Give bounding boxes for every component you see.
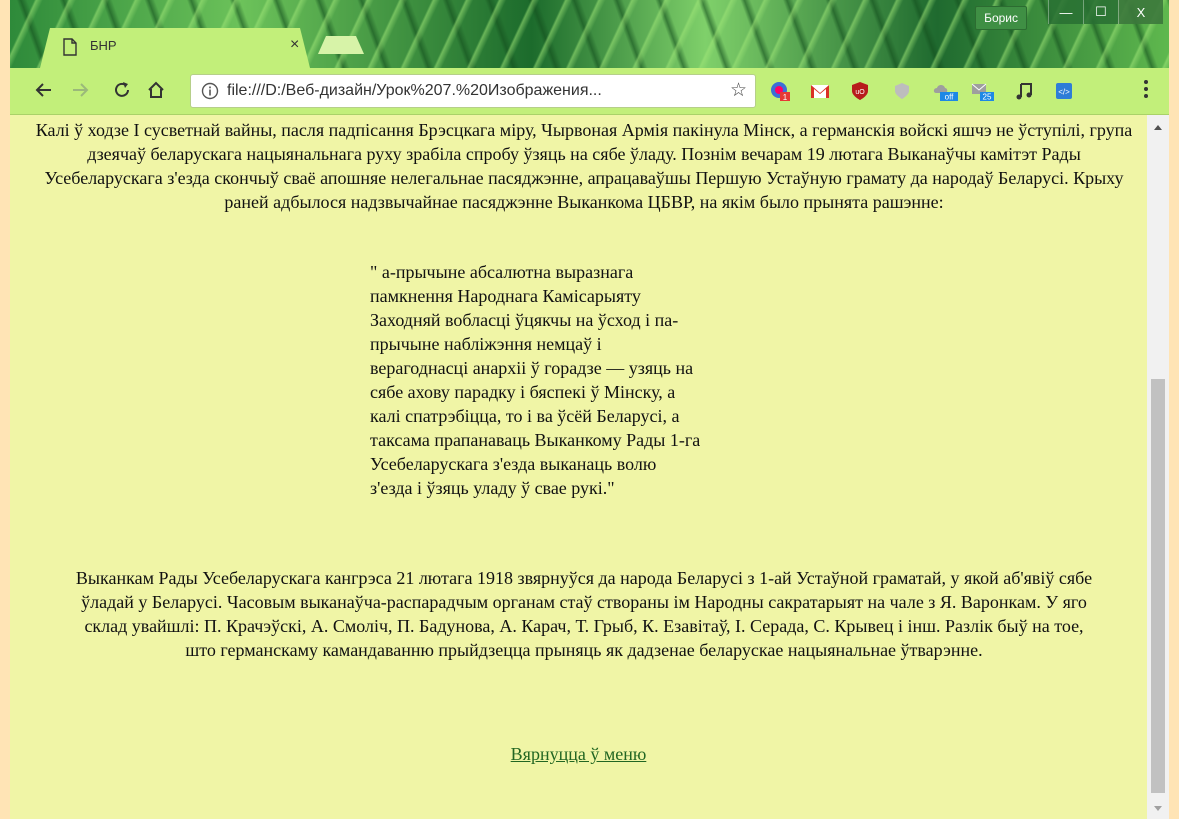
tab-close-button[interactable]: × — [290, 36, 299, 54]
quote-line: Заходняй вобласці ўцякчы на ўсход і па- — [370, 310, 679, 330]
quote-block: " а-прычыне абсалютна выразнага памкненн… — [370, 260, 810, 500]
quote-line: " а-прычыне абсалютна выразнага — [370, 262, 634, 282]
arrow-right-icon — [73, 83, 89, 97]
bookmark-star-icon[interactable]: ☆ — [730, 79, 747, 102]
svg-text:</>: </> — [1058, 88, 1070, 97]
new-tab-button[interactable] — [318, 36, 364, 54]
quote-line: верагоднасці анархіі ў горадзе — узяць н… — [370, 358, 694, 378]
gmail-icon[interactable] — [810, 81, 830, 101]
maximize-icon: ☐ — [1095, 4, 1107, 19]
tab-title: БНР — [90, 38, 117, 53]
screencastify-icon[interactable]: 1 — [770, 81, 790, 101]
document-icon — [63, 38, 77, 56]
profile-button[interactable]: Борис — [975, 6, 1027, 30]
quote-line: прычыне набліжэння немцаў і — [370, 334, 602, 354]
quote-line: таксама прапанаваць Выканкому Рады 1-га — [370, 430, 701, 450]
info-icon[interactable] — [201, 82, 219, 100]
window-controls: — ☐ X — [1048, 0, 1163, 24]
screencastify-badge: 1 — [783, 93, 788, 101]
browser-tab[interactable]: БНР × — [40, 28, 310, 68]
quote-line: Усебеларускага з'езда выканаць волю — [370, 454, 657, 474]
cloud-off-badge: off — [945, 93, 955, 102]
browser-window: Борис — ☐ X БНР × file:///D:/Веб-дизайн/… — [10, 0, 1169, 819]
shield-icon[interactable] — [892, 81, 912, 101]
back-button[interactable] — [32, 78, 56, 102]
toolbar: file:///D:/Веб-дизайн/Урок%207.%20Изобра… — [10, 68, 1169, 115]
second-paragraph: Выканкам Рады Усебеларускага кангрэса 21… — [75, 568, 1093, 660]
scroll-up-arrow-icon[interactable] — [1153, 123, 1163, 131]
reload-button[interactable] — [110, 78, 134, 102]
quote-line: з'езда і ўзяць уладу ў свае рукі." — [370, 478, 615, 498]
mail-badge-icon[interactable]: 25 — [970, 81, 996, 101]
music-note-icon[interactable] — [1014, 81, 1034, 101]
quote-line: сябе ахову парадку і бяспекі ў Мінску, а — [370, 382, 676, 402]
home-icon — [148, 81, 164, 98]
vertical-scrollbar[interactable] — [1147, 115, 1169, 819]
address-bar[interactable]: file:///D:/Веб-дизайн/Урок%207.%20Изобра… — [190, 74, 756, 108]
cloud-off-icon[interactable]: off — [932, 81, 958, 101]
forward-button[interactable] — [68, 78, 92, 102]
more-menu-icon[interactable] — [1143, 79, 1149, 99]
svg-text:uO: uO — [855, 89, 865, 96]
ublock-icon[interactable]: uO — [850, 81, 870, 101]
intro-paragraph: Калі ў ходзе І сусветнай вайны, пасля па… — [35, 120, 1133, 212]
url-text[interactable]: file:///D:/Веб-дизайн/Урок%207.%20Изобра… — [227, 82, 717, 100]
minimize-icon: — — [1059, 4, 1073, 20]
code-extension-icon[interactable]: </> — [1054, 81, 1074, 101]
back-link-container: Вярнуцца ў меню — [10, 744, 1147, 765]
home-button[interactable] — [144, 78, 168, 102]
scroll-down-arrow-icon[interactable] — [1153, 805, 1163, 813]
close-icon: X — [1136, 4, 1146, 20]
minimize-button[interactable]: — — [1048, 0, 1083, 24]
arrow-left-icon — [35, 83, 51, 97]
page-content: Калі ў ходзе І сусветнай вайны, пасля па… — [10, 115, 1147, 819]
mail-badge: 25 — [983, 93, 992, 102]
close-window-button[interactable]: X — [1118, 0, 1163, 24]
back-to-menu-link[interactable]: Вярнуцца ў меню — [511, 744, 647, 764]
maximize-button[interactable]: ☐ — [1083, 0, 1118, 24]
scrollbar-thumb[interactable] — [1151, 379, 1165, 793]
reload-icon — [115, 82, 129, 97]
quote-line: памкнення Народнага Камісарыяту — [370, 286, 641, 306]
quote-line: калі спатрэбіцца, то і ва ўсёй Беларусі,… — [370, 406, 680, 426]
